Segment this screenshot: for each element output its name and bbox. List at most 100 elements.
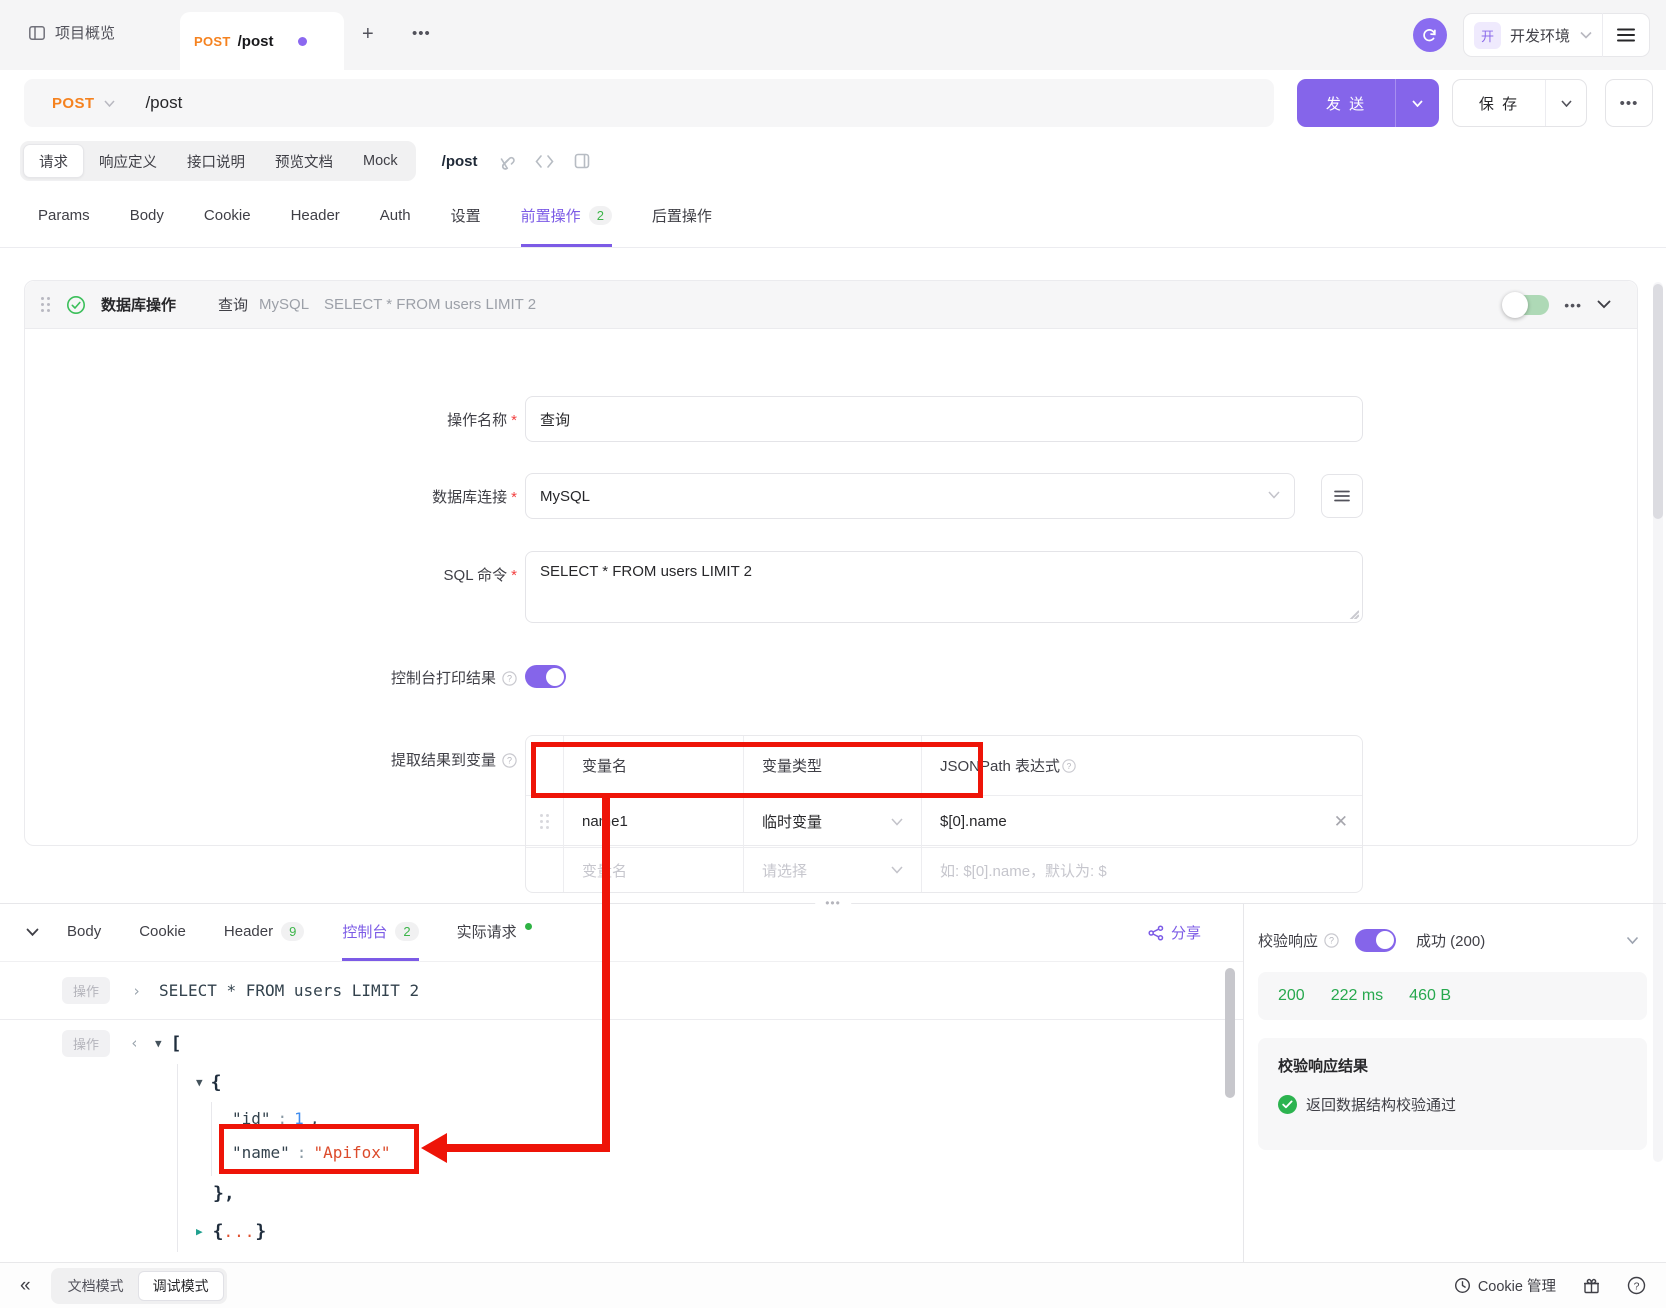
send-dropdown-icon[interactable] <box>1395 79 1439 127</box>
db-conn-select[interactable]: MySQL <box>525 473 1295 519</box>
tab-post-processors[interactable]: 后置操作 <box>652 186 712 247</box>
panel-splitter-handle[interactable]: ••• <box>815 896 851 910</box>
resp-tab-body[interactable]: Body <box>67 904 101 961</box>
environment-selector[interactable]: 开 开发环境 <box>1463 13 1650 57</box>
expand-toggle-icon[interactable]: ▶ <box>196 1225 203 1238</box>
var-type-select[interactable]: 临时变量 <box>744 796 922 847</box>
save-button[interactable]: 保 存 <box>1452 79 1587 127</box>
request-bar: POST /post 发 送 保 存 ••• <box>0 70 1666 136</box>
request-tab-active[interactable]: POST /post <box>180 12 344 70</box>
check-circle-icon[interactable] <box>66 295 86 315</box>
tab-pre-processors[interactable]: 前置操作 2 <box>521 186 612 247</box>
card-collapse-icon[interactable] <box>1597 300 1611 309</box>
card-db-type: MySQL <box>259 296 309 313</box>
jsonpath-input[interactable]: $[0].name ✕ <box>922 796 1362 847</box>
console-line-brace: ▼ { <box>196 1063 221 1101</box>
resp-tab-console[interactable]: 控制台 2 <box>342 904 418 961</box>
sql-textarea[interactable]: SELECT * FROM users LIMIT 2 <box>525 551 1363 623</box>
layout-icon[interactable] <box>574 153 590 169</box>
tab-body[interactable]: Body <box>130 186 164 247</box>
tab-header[interactable]: Header <box>291 186 340 247</box>
help-icon[interactable]: ? <box>1062 759 1076 773</box>
save-label[interactable]: 保 存 <box>1453 80 1545 126</box>
doc-mode-button[interactable]: 文档模式 <box>54 1271 138 1301</box>
resp-tab-actual-request[interactable]: 实际请求 <box>457 904 532 961</box>
db-conn-label: 数据库连接* <box>25 486 517 507</box>
resp-tab-cookie[interactable]: Cookie <box>139 904 186 961</box>
drag-handle-icon[interactable] <box>540 814 549 829</box>
validation-result: 校验响应结果 返回数据结构校验通过 <box>1258 1038 1647 1150</box>
help-icon[interactable]: ? <box>502 753 517 768</box>
doc-tab-mock[interactable]: Mock <box>348 144 413 178</box>
op-pill[interactable]: 操作 <box>62 977 110 1004</box>
console-scrollbar[interactable] <box>1225 968 1235 1098</box>
save-dropdown-icon[interactable] <box>1545 80 1586 126</box>
method-select[interactable]: POST <box>52 95 94 112</box>
gift-icon[interactable] <box>1582 1276 1601 1295</box>
project-overview-tab[interactable]: 项目概览 <box>28 22 115 43</box>
console-line-result: 操作 ‹ ▼ [ <box>0 1024 182 1062</box>
doc-tabs-row: 请求 响应定义 接口说明 预览文档 Mock /post <box>0 136 1666 186</box>
chevron-down-icon <box>891 818 903 826</box>
validate-status: 成功 (200) <box>1416 930 1485 951</box>
var-name-placeholder[interactable]: 变量名 <box>564 848 744 892</box>
close-icon[interactable]: ✕ <box>1334 812 1348 832</box>
app-topbar: 项目概览 POST /post + ••• 开 开发环境 <box>0 0 1666 70</box>
tab-cookie[interactable]: Cookie <box>204 186 251 247</box>
response-metrics: 200 222 ms 460 B <box>1258 972 1647 1020</box>
response-size: 460 B <box>1409 987 1451 1005</box>
collapse-toggle-icon[interactable]: ▼ <box>196 1076 203 1089</box>
hamburger-icon[interactable] <box>1603 28 1649 42</box>
card-more-icon[interactable]: ••• <box>1564 297 1582 313</box>
indent-guide <box>177 1064 178 1252</box>
share-button[interactable]: 分享 <box>1148 922 1201 943</box>
response-time: 222 ms <box>1331 987 1383 1005</box>
tab-settings[interactable]: 设置 <box>451 186 481 247</box>
step-enabled-toggle[interactable] <box>1505 295 1549 315</box>
drag-handle-icon[interactable] <box>41 297 50 312</box>
tab-params[interactable]: Params <box>38 186 90 247</box>
col-variable-name: 变量名 <box>564 736 744 795</box>
chevron-down-icon[interactable] <box>1626 936 1639 945</box>
tab-auth[interactable]: Auth <box>380 186 411 247</box>
url-input[interactable]: POST /post <box>24 79 1274 127</box>
pre-processors-count: 2 <box>589 206 612 225</box>
double-chevron-left-icon[interactable]: « <box>20 1275 31 1297</box>
help-icon[interactable]: ? <box>502 671 517 686</box>
collapse-panel-icon[interactable] <box>26 928 39 937</box>
collapse-toggle-icon[interactable]: ▼ <box>155 1037 162 1050</box>
op-pill[interactable]: 操作 <box>62 1030 110 1057</box>
jsonpath-placeholder[interactable]: 如: $[0].name，默认为: $ <box>922 848 1362 892</box>
doc-tab-response-def[interactable]: 响应定义 <box>84 144 172 178</box>
sync-icon[interactable] <box>1413 18 1447 52</box>
doc-tab-api-desc[interactable]: 接口说明 <box>172 144 260 178</box>
resp-tab-header[interactable]: Header 9 <box>224 904 304 961</box>
doc-tab-preview[interactable]: 预览文档 <box>260 144 348 178</box>
add-tab-icon[interactable]: + <box>362 24 374 44</box>
var-name-input[interactable]: name1 <box>564 796 744 847</box>
db-conn-manage-button[interactable] <box>1321 474 1363 518</box>
send-button[interactable]: 发 送 <box>1297 79 1439 127</box>
link-icon[interactable] <box>498 153 515 170</box>
svg-text:?: ? <box>1634 1280 1640 1292</box>
required-asterisk: * <box>511 567 517 584</box>
send-label[interactable]: 发 送 <box>1297 79 1395 127</box>
question-icon[interactable]: ? <box>1627 1276 1646 1295</box>
status-bar: « 文档模式 调试模式 Cookie 管理 ? <box>0 1262 1666 1308</box>
debug-mode-button[interactable]: 调试模式 <box>138 1271 224 1301</box>
request-more-button[interactable]: ••• <box>1605 79 1653 127</box>
resize-handle[interactable] <box>1348 608 1359 619</box>
op-name-field[interactable]: 查询 <box>525 396 1363 442</box>
cookie-manage-button[interactable]: Cookie 管理 <box>1454 1275 1556 1296</box>
code-icon[interactable] <box>535 154 554 169</box>
tab-more-icon[interactable]: ••• <box>412 24 431 44</box>
help-icon[interactable]: ? <box>1324 933 1339 948</box>
doc-tab-request[interactable]: 请求 <box>23 144 84 178</box>
console-line-sql: 操作 › SELECT * FROM users LIMIT 2 <box>0 962 1243 1020</box>
card-header[interactable]: 数据库操作 查询 MySQL SELECT * FROM users LIMIT… <box>25 281 1637 329</box>
cookie-icon <box>1454 1277 1471 1294</box>
var-type-placeholder[interactable]: 请选择 <box>744 848 922 892</box>
console-line-name: "name" : "Apifox" <box>232 1130 391 1174</box>
validate-toggle[interactable] <box>1355 929 1396 952</box>
print-result-toggle[interactable] <box>525 665 566 688</box>
